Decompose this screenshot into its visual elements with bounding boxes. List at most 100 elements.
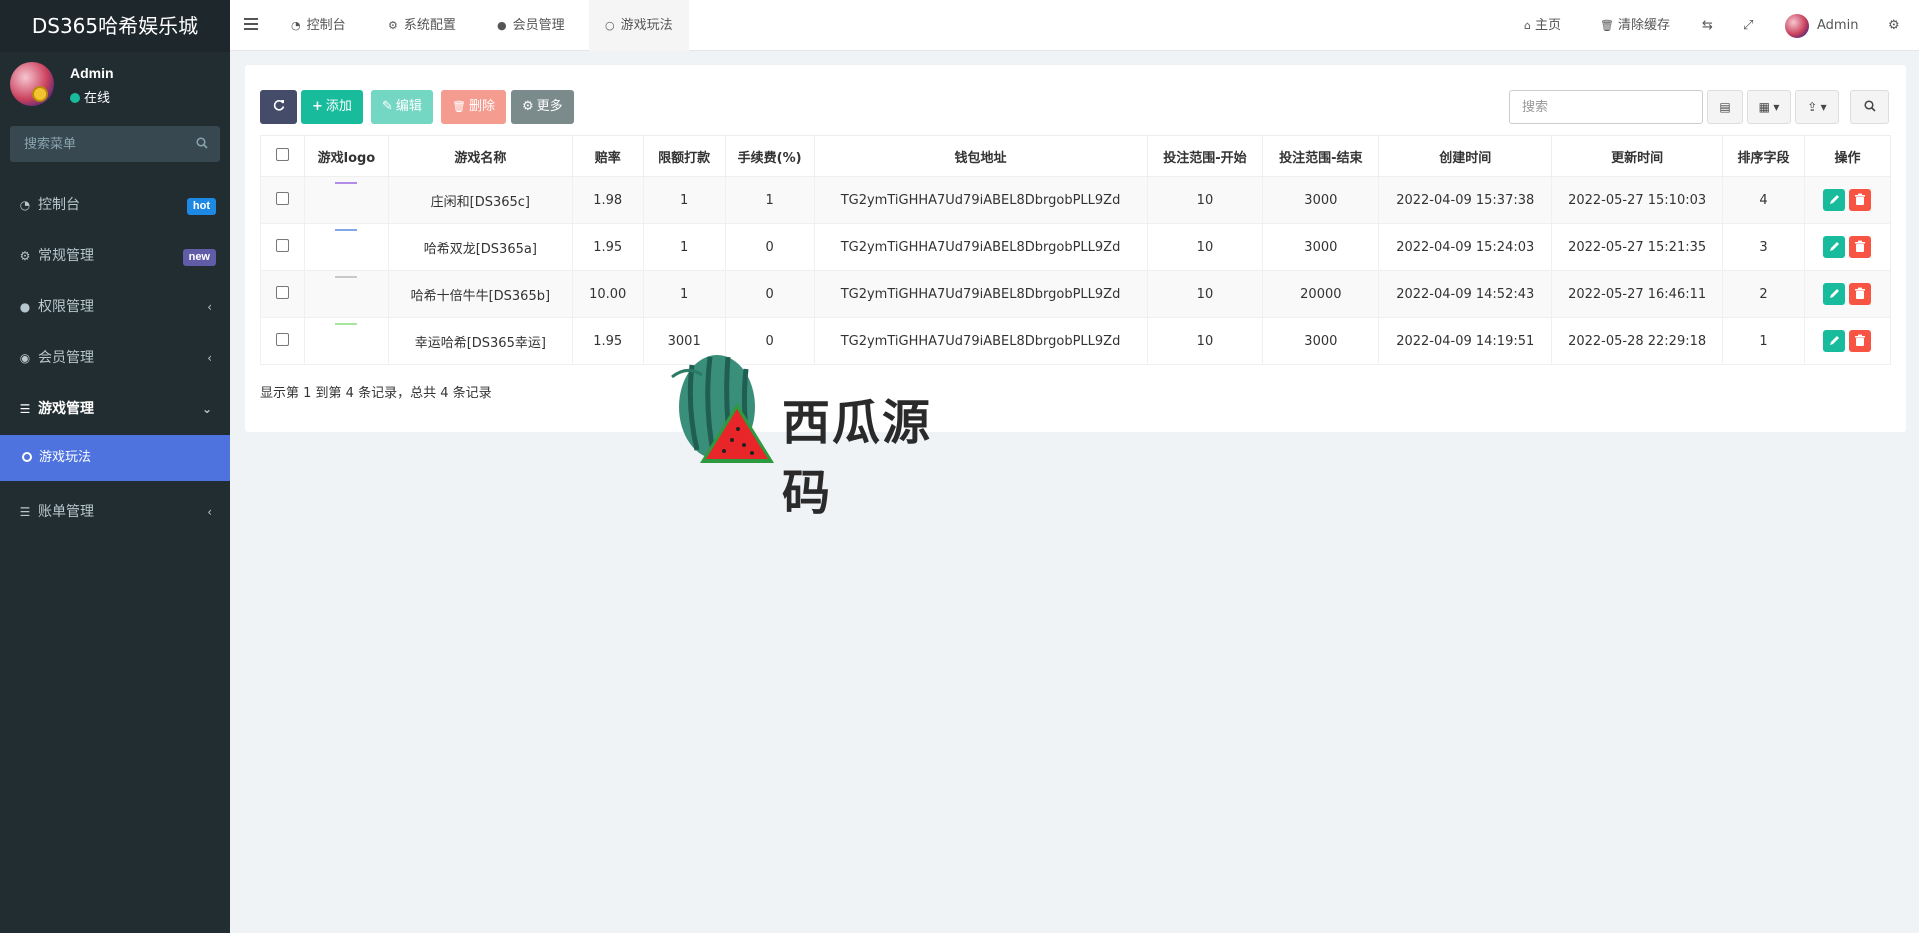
column-header[interactable]: 赔率 — [571, 135, 644, 177]
sidebar: DS365哈希娱乐城 Admin 在线 ◔控制台 hot ⚙常规管理 new ●… — [0, 0, 230, 933]
cell-bet-end: 3000 — [1262, 317, 1380, 365]
watermelon-logo-icon — [671, 355, 774, 463]
edit-button[interactable]: ✎ 编辑 — [371, 90, 433, 124]
column-header[interactable]: 游戏logo — [303, 135, 389, 177]
tab-system-config[interactable]: ⚙ 系统配置 — [372, 0, 472, 51]
search-toggle-icon[interactable] — [1850, 90, 1889, 124]
new-badge: new — [182, 249, 216, 266]
sidebar-menu: ◔ 控制台 hot ⚙ 常规管理 new ● 权限管理 ‹ ◉ 会员管理 ‹ ☰ 游戏管理… — [0, 180, 230, 538]
group-icon: ● — [19, 300, 31, 314]
home-icon: ⌂ — [1524, 19, 1531, 32]
column-header[interactable]: 更新时间 — [1551, 135, 1724, 177]
cell-fee: 0 — [724, 223, 815, 271]
settings-cogs-icon[interactable]: ⚙ — [1888, 0, 1900, 51]
row-edit-button[interactable] — [1823, 189, 1846, 211]
select-all-header — [260, 135, 305, 177]
select-all-checkbox[interactable] — [275, 147, 289, 161]
pencil-icon — [1830, 195, 1840, 204]
toggle-view-icon[interactable]: ▤ — [1707, 90, 1743, 124]
pencil-icon: ✎ — [382, 99, 393, 114]
fullscreen-icon[interactable]: ⤢ — [1743, 0, 1753, 51]
cell-bet-start: 10 — [1146, 176, 1264, 224]
table-search-input[interactable] — [1509, 90, 1703, 124]
column-header[interactable]: 排序字段 — [1722, 135, 1805, 177]
tab-game-play[interactable]: ○ 游戏玩法 — [589, 0, 689, 51]
column-header[interactable]: 手续费(%) — [724, 135, 815, 177]
app-title[interactable]: DS365哈希娱乐城 — [0, 0, 230, 52]
column-header[interactable]: 创建时间 — [1378, 135, 1553, 177]
home-link[interactable]: ⌂ 主页 — [1524, 0, 1561, 51]
sidebar-item-bill[interactable]: ☰ 账单管理 ‹ — [0, 487, 230, 538]
refresh-icon — [273, 100, 284, 111]
cell-created: 2022-04-09 14:19:51 — [1378, 317, 1553, 365]
translate-icon[interactable]: ⇆ — [1702, 0, 1713, 51]
chevron-left-icon: ‹ — [207, 300, 212, 314]
cell-wallet: TG2ymTiGHHA7Ud79iABEL8DbrgobPLL9Zd — [813, 270, 1148, 318]
cell-odds: 1.95 — [571, 317, 644, 365]
columns-dropdown-icon[interactable]: ▦ ▾ — [1747, 90, 1791, 124]
cell-bet-end: 20000 — [1262, 270, 1380, 318]
table-row[interactable]: 哈希双龙[DS365a] 1.95 1 0 TG2ymTiGHHA7Ud79iABEL8… — [260, 223, 1892, 271]
row-checkbox[interactable] — [275, 191, 289, 205]
row-delete-button[interactable] — [1849, 283, 1872, 305]
column-header[interactable]: 投注范围-开始 — [1146, 135, 1264, 177]
sidebar-item-general[interactable]: ⚙ 常规管理 new — [0, 231, 230, 282]
cell-bet-end: 3000 — [1262, 223, 1380, 271]
table-row[interactable]: 庄闲和[DS365c] 1.98 1 1 TG2ymTiGHHA7Ud79iABEL8D… — [260, 176, 1892, 224]
column-header[interactable]: 限额打款 — [642, 135, 726, 177]
online-dot-icon — [70, 93, 80, 103]
row-delete-button[interactable] — [1849, 189, 1872, 211]
column-header[interactable]: 投注范围-结束 — [1262, 135, 1380, 177]
pagination-summary: 显示第 1 到第 4 条记录，总共 4 条记录 — [260, 386, 492, 401]
sidebar-item-permission[interactable]: ● 权限管理 ‹ — [0, 282, 230, 333]
row-checkbox[interactable] — [275, 332, 289, 346]
sidebar-item-game[interactable]: ☰ 游戏管理 ⌄ — [0, 384, 230, 435]
row-delete-button[interactable] — [1849, 236, 1872, 258]
search-icon — [1863, 100, 1876, 112]
cog-icon: ⚙ — [522, 99, 534, 114]
row-edit-button[interactable] — [1823, 236, 1846, 258]
more-button[interactable]: ⚙ 更多 — [511, 90, 574, 124]
tab-dashboard[interactable]: ◔ 控制台 — [275, 0, 362, 51]
sidebar-toggle-icon[interactable] — [244, 18, 258, 30]
user-panel: Admin 在线 — [0, 52, 230, 118]
clear-cache-link[interactable]: 🗑 清除缓存 — [1600, 0, 1670, 51]
row-checkbox[interactable] — [275, 238, 289, 252]
cell-fee: 1 — [724, 176, 815, 224]
chevron-left-icon: ‹ — [207, 505, 212, 519]
table-row[interactable]: 哈希十倍牛牛[DS365b] 10.00 1 0 TG2ymTiGHHA7Ud79iAB… — [260, 270, 1892, 318]
add-button[interactable]: + 添加 — [301, 90, 363, 124]
row-delete-button[interactable] — [1849, 330, 1872, 352]
table-row[interactable]: 幸运哈希[DS365幸运] 1.95 3001 0 TG2ymTiGHHA7Ud79iA… — [260, 317, 1892, 365]
row-select — [260, 176, 305, 224]
menu-search-input[interactable] — [10, 126, 220, 162]
row-edit-button[interactable] — [1823, 283, 1846, 305]
sidebar-item-member[interactable]: ◉ 会员管理 ‹ — [0, 333, 230, 384]
sidebar-item-game-play[interactable]: 游戏玩法 — [0, 435, 230, 481]
cell-limit: 1 — [642, 176, 726, 224]
refresh-button[interactable] — [260, 90, 297, 124]
column-header[interactable]: 游戏名称 — [387, 135, 573, 177]
row-checkbox[interactable] — [275, 285, 289, 299]
cogs-icon: ⚙ — [19, 249, 31, 263]
delete-button[interactable]: 🗑 删除 — [441, 90, 506, 124]
game-logo-image — [335, 323, 358, 325]
admin-menu[interactable]: Admin — [1785, 0, 1858, 51]
export-dropdown-icon[interactable]: ⇪ ▾ — [1795, 90, 1839, 124]
row-actions — [1803, 317, 1892, 365]
row-edit-button[interactable] — [1823, 330, 1846, 352]
tab-member[interactable]: ● 会员管理 — [481, 0, 581, 51]
menu-search — [10, 126, 220, 162]
cell-name: 庄闲和[DS365c] — [387, 176, 573, 224]
cell-updated: 2022-05-28 22:29:18 — [1551, 317, 1724, 365]
dashboard-icon: ◔ — [291, 19, 301, 32]
search-icon[interactable] — [196, 137, 208, 149]
watermark: 西瓜源码 — [662, 345, 962, 521]
cell-sort: 4 — [1722, 176, 1805, 224]
column-header[interactable]: 钱包地址 — [813, 135, 1148, 177]
game-logo-image — [335, 182, 358, 184]
game-table: 游戏logo 游戏名称 赔率 限额打款 手续费(%) 钱包地址 投注范围-开始 … — [260, 135, 1892, 365]
watermark-text: 西瓜源码 — [782, 395, 933, 521]
sidebar-item-dashboard[interactable]: ◔ 控制台 hot — [0, 180, 230, 231]
list-icon: ☰ — [19, 505, 31, 519]
